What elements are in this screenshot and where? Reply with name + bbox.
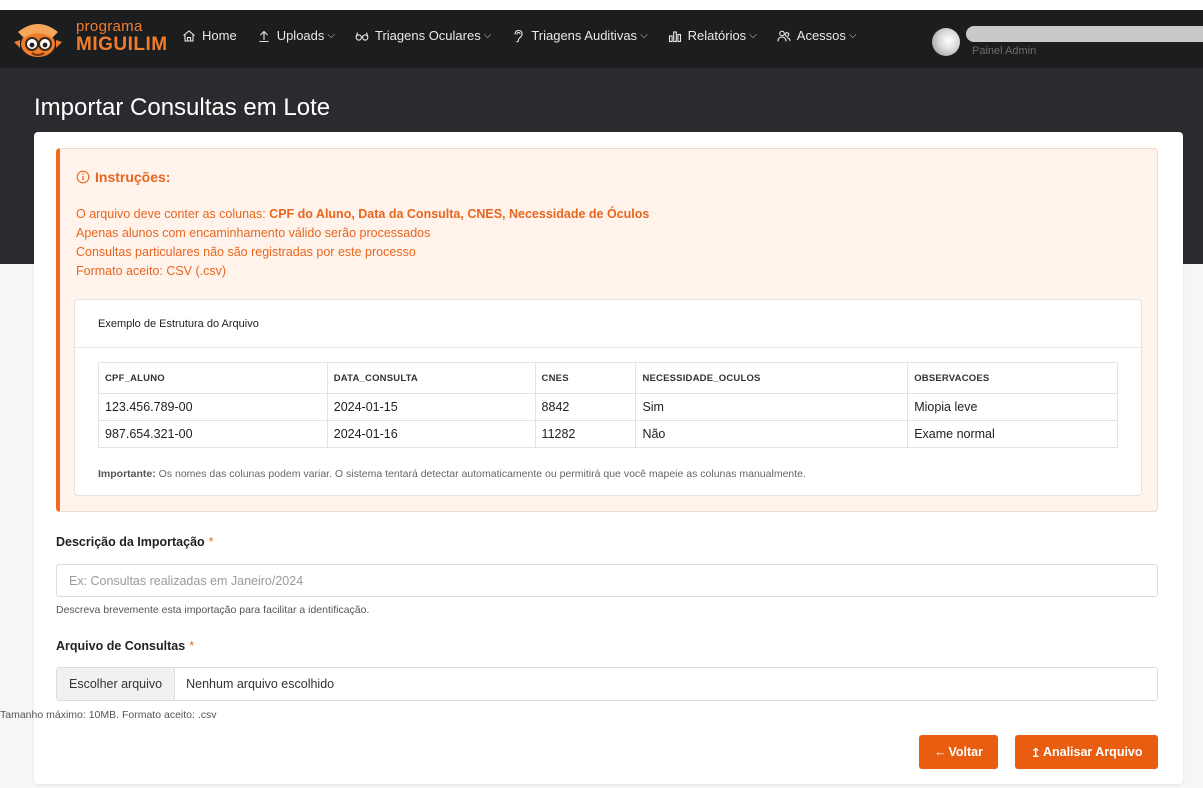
instructions-alert: Instruções: O arquivo deve conter as col… xyxy=(56,148,1158,512)
import-card: Instruções: O arquivo deve conter as col… xyxy=(0,132,1183,784)
example-note-bold: Importante: xyxy=(98,468,156,480)
info-circle-icon xyxy=(76,170,90,184)
file-name-text: Nenhum arquivo escolhido xyxy=(186,677,335,691)
top-navbar: programa MIGUILIM Home Uploads ⌵ Triagen… xyxy=(0,0,1203,68)
required-mark: * xyxy=(208,535,214,549)
file-label-text: Arquivo de Consultas xyxy=(56,639,186,653)
nav-triagens-oculares[interactable]: Triagens Oculares ⌵ xyxy=(355,28,491,43)
mascot-logo-icon xyxy=(14,24,62,57)
back-button[interactable]: ← Voltar xyxy=(919,735,998,769)
users-icon xyxy=(777,30,791,42)
file-help: Tamanho máximo: 10MB. Formato aceito: .c… xyxy=(0,709,217,721)
chart-icon xyxy=(668,30,681,42)
table-cell: 987.654.321-00 xyxy=(98,420,328,448)
nav-relatorios-label: Relatórios xyxy=(687,28,747,43)
table-cell: 123.456.789-00 xyxy=(98,393,328,421)
nav-relatorios[interactable]: Relatórios ⌵ xyxy=(668,28,757,43)
table-cell: Exame normal xyxy=(907,420,1118,448)
nav-triagens-auditivas[interactable]: Triagens Auditivas ⌵ xyxy=(511,28,648,43)
nav-acessos[interactable]: Acessos ⌵ xyxy=(777,28,857,43)
instruction-line: O arquivo deve conter as colunas: CPF do… xyxy=(76,205,649,224)
brand-big-text: MIGUILIM xyxy=(76,34,168,55)
instruction-line: Apenas alunos com encaminhamento válido … xyxy=(76,226,431,240)
description-label-text: Descrição da Importação xyxy=(56,535,205,549)
table-cell: 8842 xyxy=(534,393,637,421)
table-cell: 2024-01-15 xyxy=(326,393,536,421)
arrow-left-icon: ← xyxy=(934,745,947,759)
analyze-file-button[interactable]: ↥ Analisar Arquivo xyxy=(1015,735,1158,769)
nav-triagens-auditivas-label: Triagens Auditivas xyxy=(531,28,638,43)
instructions-list: O arquivo deve conter as colunas: CPF do… xyxy=(76,205,649,281)
chevron-down-icon: ⌵ xyxy=(848,30,857,41)
upload-icon xyxy=(259,30,269,42)
chevron-down-icon: ⌵ xyxy=(749,30,757,41)
user-role: Painel Admin xyxy=(972,45,1037,57)
chevron-down-icon: ⌵ xyxy=(640,30,648,41)
page-title: Importar Consultas em Lote xyxy=(34,94,331,121)
instruction-required-columns: CPF do Aluno, Data da Consulta, CNES, Ne… xyxy=(269,207,650,221)
instruction-line: Consultas particulares não são registrad… xyxy=(76,245,416,259)
nav-acessos-label: Acessos xyxy=(796,28,846,43)
ear-icon xyxy=(514,29,523,42)
instruction-line: Formato aceito: CSV (.csv) xyxy=(76,264,227,278)
description-help: Descreva brevemente esta importação para… xyxy=(56,604,370,616)
table-header-row: CPF_ALUNO DATA_CONSULTA CNES NECESSIDADE… xyxy=(98,362,1118,394)
column-header: DATA_CONSULTA xyxy=(326,362,536,394)
description-input[interactable] xyxy=(56,564,1158,597)
example-table: CPF_ALUNO DATA_CONSULTA CNES NECESSIDADE… xyxy=(98,362,1118,448)
example-structure-card: Exemplo de Estrutura do Arquivo CPF_ALUN… xyxy=(74,299,1142,496)
table-row: 123.456.789-00 2024-01-15 8842 Sim Miopi… xyxy=(98,393,1118,421)
file-label: Arquivo de Consultas * xyxy=(56,639,194,653)
upload-icon: ↥ xyxy=(1030,745,1041,760)
column-header: CPF_ALUNO xyxy=(98,362,328,394)
description-label: Descrição da Importação * xyxy=(56,535,214,549)
column-header: CNES xyxy=(534,362,637,394)
main-nav: Home Uploads ⌵ Triagens Oculares ⌵ Triag… xyxy=(182,28,877,43)
nav-home[interactable]: Home xyxy=(182,28,237,43)
required-mark: * xyxy=(189,639,195,653)
table-cell: Miopia leve xyxy=(907,393,1118,421)
column-header: OBSERVACOES xyxy=(907,362,1118,394)
example-note-text: Os nomes das colunas podem variar. O sis… xyxy=(155,468,806,480)
brand-small-text: programa xyxy=(76,18,143,35)
home-icon xyxy=(183,29,195,42)
analyze-button-label: Analisar Arquivo xyxy=(1042,745,1143,759)
table-row: 987.654.321-00 2024-01-16 11282 Não Exam… xyxy=(98,420,1118,448)
chevron-down-icon: ⌵ xyxy=(483,30,492,41)
example-note: Importante: Os nomes das colunas podem v… xyxy=(98,468,806,480)
nav-uploads[interactable]: Uploads ⌵ xyxy=(257,28,335,43)
example-title: Exemplo de Estrutura do Arquivo xyxy=(75,300,1141,348)
column-header: NECESSIDADE_OCULOS xyxy=(635,362,909,394)
glasses-icon xyxy=(355,31,369,41)
table-cell: Não xyxy=(635,420,909,448)
table-cell: 2024-01-16 xyxy=(326,420,536,448)
table-cell: Sim xyxy=(635,393,909,421)
back-button-label: Voltar xyxy=(948,745,984,759)
chevron-down-icon: ⌵ xyxy=(327,30,335,41)
brand-logo[interactable]: programa MIGUILIM xyxy=(12,18,172,62)
table-cell: 11282 xyxy=(534,420,637,448)
user-menu[interactable]: Painel Admin xyxy=(932,22,1203,62)
nav-home-label: Home xyxy=(202,28,237,43)
instruction-line-prefix: O arquivo deve conter as colunas: xyxy=(76,207,270,221)
user-name-redacted xyxy=(966,26,1203,42)
instructions-title-text: Instruções: xyxy=(95,169,171,185)
instructions-title: Instruções: xyxy=(76,169,170,185)
file-input[interactable]: Escolher arquivo Nenhum arquivo escolhid… xyxy=(56,667,1158,701)
nav-triagens-oculares-label: Triagens Oculares xyxy=(374,28,481,43)
avatar xyxy=(932,28,960,56)
nav-uploads-label: Uploads xyxy=(276,28,325,43)
choose-file-button[interactable]: Escolher arquivo xyxy=(57,668,176,700)
